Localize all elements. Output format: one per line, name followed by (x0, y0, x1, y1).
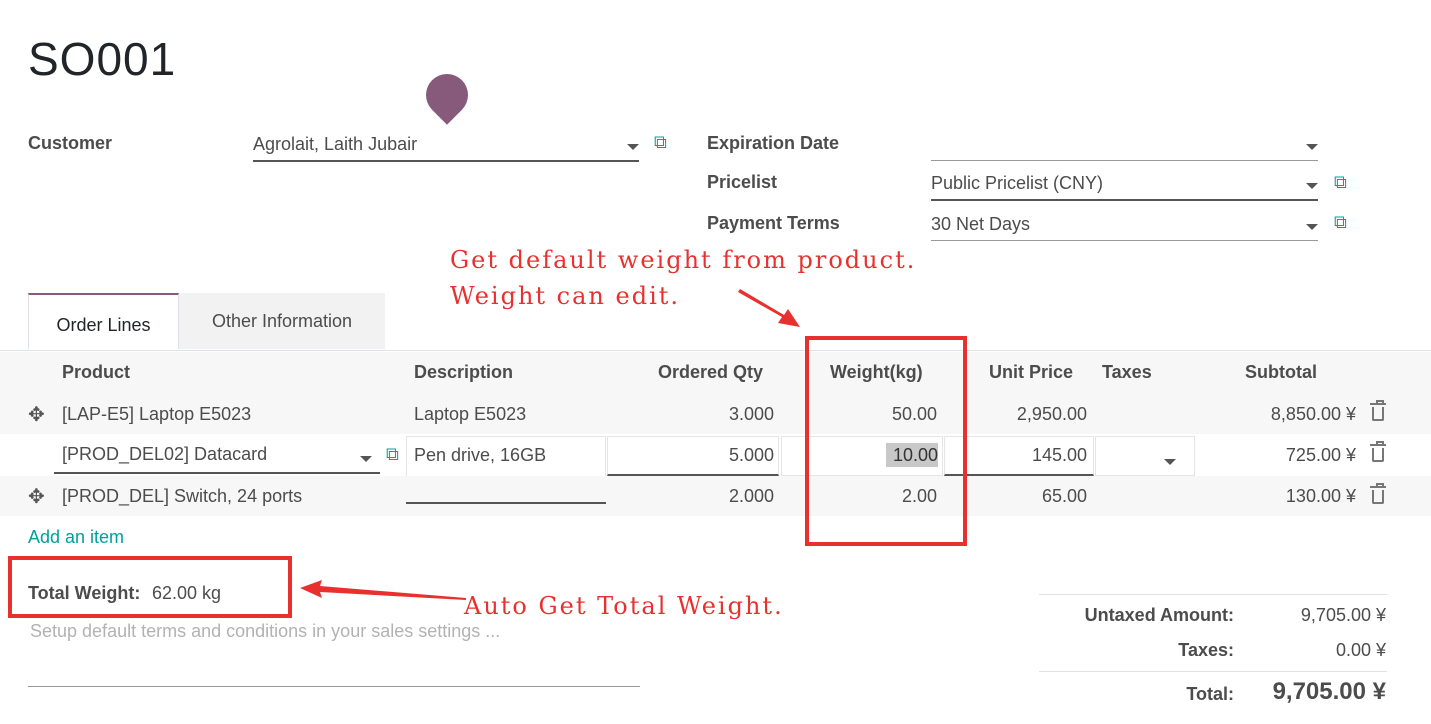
expiration-label: Expiration Date (707, 133, 840, 153)
external-link-icon[interactable]: ⧉ (1334, 172, 1347, 193)
total-weight-label: Total Weight: (28, 583, 141, 603)
chevron-down-icon[interactable] (360, 456, 372, 462)
customer-value: Agrolait, Laith Jubair (253, 134, 418, 154)
row-qty: 5.000 (728, 445, 774, 465)
col-subtotal[interactable]: Subtotal (1245, 362, 1317, 383)
customer-field[interactable]: Agrolait, Laith Jubair (253, 134, 639, 162)
pricelist-label: Pricelist (707, 172, 778, 192)
tab-order-lines[interactable]: Order Lines (28, 293, 179, 349)
row-qty: 2.000 (728, 486, 774, 506)
external-link-icon[interactable]: ⧉ (1334, 212, 1347, 233)
row-product: [PROD_DEL02] Datacard (62, 444, 268, 464)
taxes-value: 0.00 ¥ (1335, 640, 1386, 660)
pricelist-field[interactable]: Public Pricelist (CNY) (931, 173, 1318, 201)
total-value: 9,705.00 ¥ (1272, 678, 1386, 705)
pricelist-value: Public Pricelist (CNY) (931, 173, 1104, 193)
annotation-weight-line1: Get default weight from product. (450, 246, 917, 274)
tab-divider (0, 350, 1431, 351)
payment-terms-field[interactable]: 30 Net Days (931, 214, 1318, 241)
row-product: [PROD_DEL] Switch, 24 ports (62, 486, 303, 506)
add-item-link[interactable]: Add an item (28, 527, 124, 548)
row-price: 2,950.00 (1016, 404, 1087, 424)
annotation-arrow-icon (738, 289, 800, 327)
taxes-label: Taxes: (1178, 640, 1234, 660)
external-link-icon[interactable]: ⧉ (386, 444, 399, 465)
totals-divider (1039, 594, 1387, 595)
row-price: 65.00 (1041, 486, 1087, 506)
untaxed-value: 9,705.00 ¥ (1300, 605, 1386, 625)
annotation-weight-box (805, 336, 967, 546)
product-input[interactable]: [PROD_DEL02] Datacard (54, 444, 380, 474)
customer-label: Customer (28, 133, 113, 153)
chevron-down-icon[interactable] (1306, 224, 1318, 230)
total-weight-value: 62.00 kg (152, 583, 222, 603)
payment-terms-label: Payment Terms (707, 213, 840, 233)
row-description: Laptop E5023 (414, 404, 527, 424)
col-taxes[interactable]: Taxes (1102, 362, 1152, 383)
map-marker-icon (417, 65, 477, 125)
untaxed-label: Untaxed Amount: (1084, 605, 1234, 625)
row-product: [LAP-E5] Laptop E5023 (62, 404, 252, 424)
drag-handle-icon[interactable]: ✥ (28, 402, 45, 427)
row-qty: 3.000 (728, 404, 774, 424)
totals-divider (1039, 671, 1387, 672)
annotation-arrow-icon (300, 580, 466, 600)
row-subtotal: 130.00 ¥ (1285, 486, 1356, 506)
chevron-down-icon[interactable] (1306, 144, 1318, 150)
taxes-input[interactable] (1095, 436, 1195, 476)
total-label: Total: (1186, 684, 1234, 704)
annotation-total-note: Auto Get Total Weight. (464, 592, 784, 620)
description-textarea-bottom (406, 476, 606, 504)
col-ordered-qty[interactable]: Ordered Qty (658, 362, 763, 383)
expiration-field[interactable] (931, 134, 1318, 161)
terms-underline (28, 686, 640, 687)
page-title: SO001 (28, 33, 177, 85)
trash-icon[interactable] (1370, 441, 1386, 462)
row-subtotal: 725.00 ¥ (1285, 445, 1356, 465)
payment-terms-value: 30 Net Days (931, 214, 1031, 234)
col-description[interactable]: Description (414, 362, 513, 383)
col-product[interactable]: Product (62, 362, 130, 383)
external-link-icon[interactable]: ⧉ (654, 132, 667, 153)
col-unit-price[interactable]: Unit Price (989, 362, 1073, 383)
tab-other-information[interactable]: Other Information (179, 293, 385, 349)
terms-placeholder[interactable]: Setup default terms and conditions in yo… (30, 621, 500, 642)
trash-icon[interactable] (1370, 483, 1386, 504)
chevron-down-icon[interactable] (1164, 459, 1176, 465)
row-description: Pen drive, 16GB (414, 445, 547, 465)
chevron-down-icon[interactable] (627, 144, 639, 150)
drag-handle-icon[interactable]: ✥ (28, 484, 45, 509)
annotation-weight-line2: Weight can edit. (450, 282, 681, 310)
trash-icon[interactable] (1370, 400, 1386, 421)
chevron-down-icon[interactable] (1306, 183, 1318, 189)
row-price: 145.00 (1031, 445, 1087, 465)
row-subtotal: 8,850.00 ¥ (1270, 404, 1356, 424)
